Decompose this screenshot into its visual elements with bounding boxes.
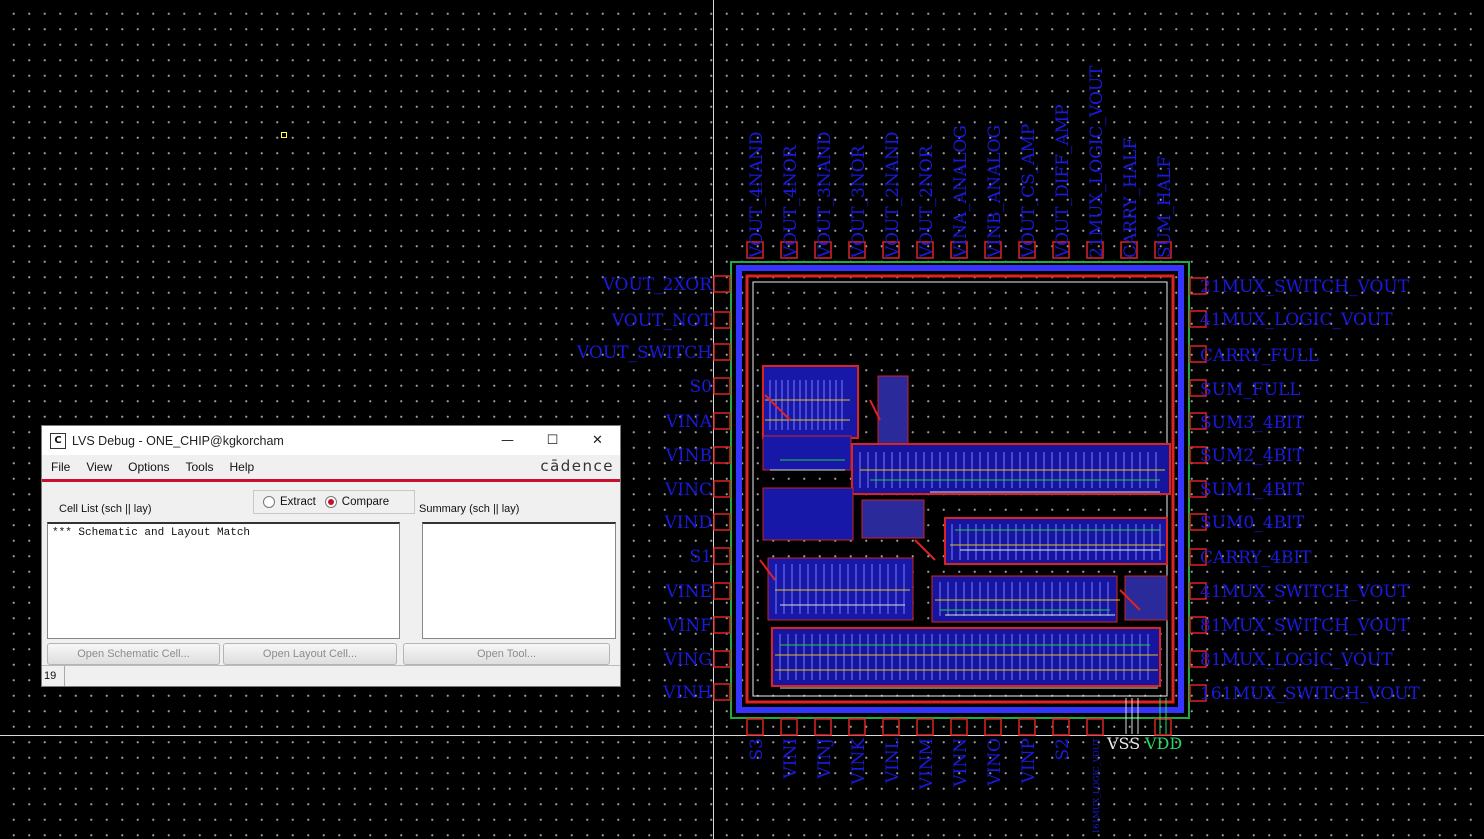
pin-label-right: SUM0_4BIT	[1200, 513, 1305, 533]
pin-label-bottom: 161MUX_LOGIC_VOUT	[1092, 737, 1101, 833]
pin-label-right: SUM1_4BIT	[1200, 480, 1305, 500]
pin-label-top: CARRY_HALF	[1121, 138, 1141, 258]
vss-label: VSS	[1106, 734, 1140, 753]
cell-list-label: Cell List (sch || lay)	[59, 503, 152, 515]
minimize-icon: —	[501, 433, 514, 448]
lvs-debug-window[interactable]: C LVS Debug - ONE_CHIP@kgkorcham — ☐ ✕ F…	[41, 425, 621, 687]
pin-label-left: VOUT_2XOR	[602, 275, 714, 295]
pin-label-right: CARRY_4BIT	[1200, 548, 1312, 568]
pin-label-top: VOUT_4NOR	[781, 144, 801, 259]
pin-label-top: VOUT_2NOR	[917, 144, 937, 259]
open-layout-cell-button[interactable]: Open Layout Cell...	[223, 643, 397, 665]
title-bar[interactable]: C LVS Debug - ONE_CHIP@kgkorcham — ☐ ✕	[42, 426, 620, 455]
layout-canvas[interactable]: VOUT_4NAND VOUT_4NOR VOUT_3NAND VOUT_3NO…	[0, 0, 1484, 839]
pin-label-bottom: VINJ	[815, 738, 835, 780]
pin-label-top: VOUT_4NAND	[747, 131, 767, 259]
menu-view[interactable]: View	[78, 460, 120, 474]
pin-label-right: 41MUX_LOGIC_VOUT	[1200, 310, 1393, 330]
pin-label-bottom: S3	[747, 738, 767, 760]
pin-label-right: 21MUX_SWITCH_VOUT	[1200, 277, 1410, 297]
compare-radio[interactable]	[324, 496, 337, 508]
pin-label-top: VOUT_3NAND	[815, 131, 835, 259]
summary-label: Summary (sch || lay)	[419, 503, 520, 515]
pin-label-right: 81MUX_LOGIC_VOUT	[1200, 650, 1393, 670]
pin-label-top: VOUT_DIFF_AMP	[1053, 104, 1073, 259]
pin-label-bottom: VINI	[781, 738, 801, 780]
mode-radio-group: Extract Compare	[253, 490, 415, 514]
status-bar: 19	[42, 665, 620, 686]
pin-labels-bottom: S3 VINI VINJ VINK VINL VINM VINN VINO VI…	[747, 737, 1101, 833]
pin-label-right: 161MUX_SWITCH_VOUT	[1200, 684, 1421, 704]
pin-label-left: VING	[664, 650, 712, 670]
cell-list[interactable]: *** Schematic and Layout Match	[47, 522, 400, 639]
pin-label-bottom: S2	[1053, 738, 1073, 760]
extract-label[interactable]: Extract	[280, 496, 316, 508]
pin-label-top: VOUT_2NAND	[883, 131, 903, 259]
cadence-app-icon: C	[50, 432, 66, 449]
pin-label-right: SUM3_4BIT	[1200, 413, 1305, 433]
summary-list[interactable]	[422, 522, 616, 639]
extract-radio[interactable]	[263, 496, 275, 508]
pin-label-top: 21MUX_LOGIC_VOUT	[1087, 65, 1107, 258]
pin-label-bottom: VINP	[1019, 738, 1039, 784]
maximize-button[interactable]: ☐	[530, 426, 575, 455]
pin-label-bottom: VINM	[917, 738, 937, 790]
pin-label-left: VINH	[662, 683, 712, 703]
pin-label-bottom: VINL	[883, 738, 903, 784]
menu-bar: File View Options Tools Help cādence	[42, 455, 620, 482]
pin-label-right: 41MUX_SWITCH_VOUT	[1200, 582, 1410, 602]
pin-labels-top: VOUT_4NAND VOUT_4NOR VOUT_3NAND VOUT_3NO…	[747, 65, 1175, 259]
pin-label-right: SUM2_4BIT	[1200, 446, 1305, 466]
pin-label-bottom: VINK	[849, 738, 869, 786]
pin-label-top: VOUT_CS_AMP	[1019, 124, 1039, 259]
pin-label-left: VINF	[665, 616, 712, 636]
status-count: 19	[42, 666, 65, 686]
menu-file[interactable]: File	[42, 460, 78, 474]
pin-label-left: VIND	[664, 513, 713, 533]
menu-options[interactable]: Options	[120, 460, 177, 474]
close-button[interactable]: ✕	[575, 426, 620, 455]
minimize-button[interactable]: —	[485, 426, 530, 455]
pin-label-bottom: VINN	[951, 738, 971, 788]
cadence-logo: cādence	[540, 457, 614, 475]
pin-label-right: SUM_FULL	[1200, 380, 1301, 400]
pin-label-left: S0	[690, 377, 712, 397]
pin-labels-right: 21MUX_SWITCH_VOUT 41MUX_LOGIC_VOUT CARRY…	[1200, 277, 1421, 704]
menu-help[interactable]: Help	[222, 460, 263, 474]
pin-label-top: VOUT_3NOR	[849, 144, 869, 259]
pin-label-left: VINC	[664, 480, 712, 500]
pin-label-left: VOUT_SWITCH	[576, 343, 712, 363]
compare-label[interactable]: Compare	[342, 496, 389, 508]
pin-label-left: VINE	[665, 582, 712, 602]
pin-label-left: S1	[690, 547, 712, 567]
pin-label-left: VOUT_NOT	[611, 311, 713, 331]
menu-tools[interactable]: Tools	[178, 460, 222, 474]
list-item[interactable]: *** Schematic and Layout Match	[48, 524, 399, 542]
pads-left	[713, 275, 731, 701]
open-schematic-cell-button[interactable]: Open Schematic Cell...	[47, 643, 220, 665]
pin-label-top: SUM_HALF	[1155, 156, 1175, 258]
maximize-icon: ☐	[546, 433, 559, 448]
pin-label-right: CARRY_FULL	[1200, 346, 1319, 366]
pads-bottom	[746, 718, 1172, 736]
window-title: LVS Debug - ONE_CHIP@kgkorcham	[72, 433, 284, 448]
open-tool-button[interactable]: Open Tool...	[403, 643, 610, 665]
close-icon: ✕	[592, 433, 603, 448]
pin-label-right: 81MUX_SWITCH_VOUT	[1200, 616, 1410, 636]
pin-label-left: VINA	[665, 412, 713, 432]
pin-label-top: VINB_ANALOG	[985, 125, 1005, 259]
vdd-label: VDD	[1144, 734, 1182, 753]
pin-label-top: VINA_ANALOG	[951, 125, 971, 259]
pin-label-left: VINB	[665, 446, 712, 466]
pin-label-bottom: VINO	[985, 738, 1005, 787]
